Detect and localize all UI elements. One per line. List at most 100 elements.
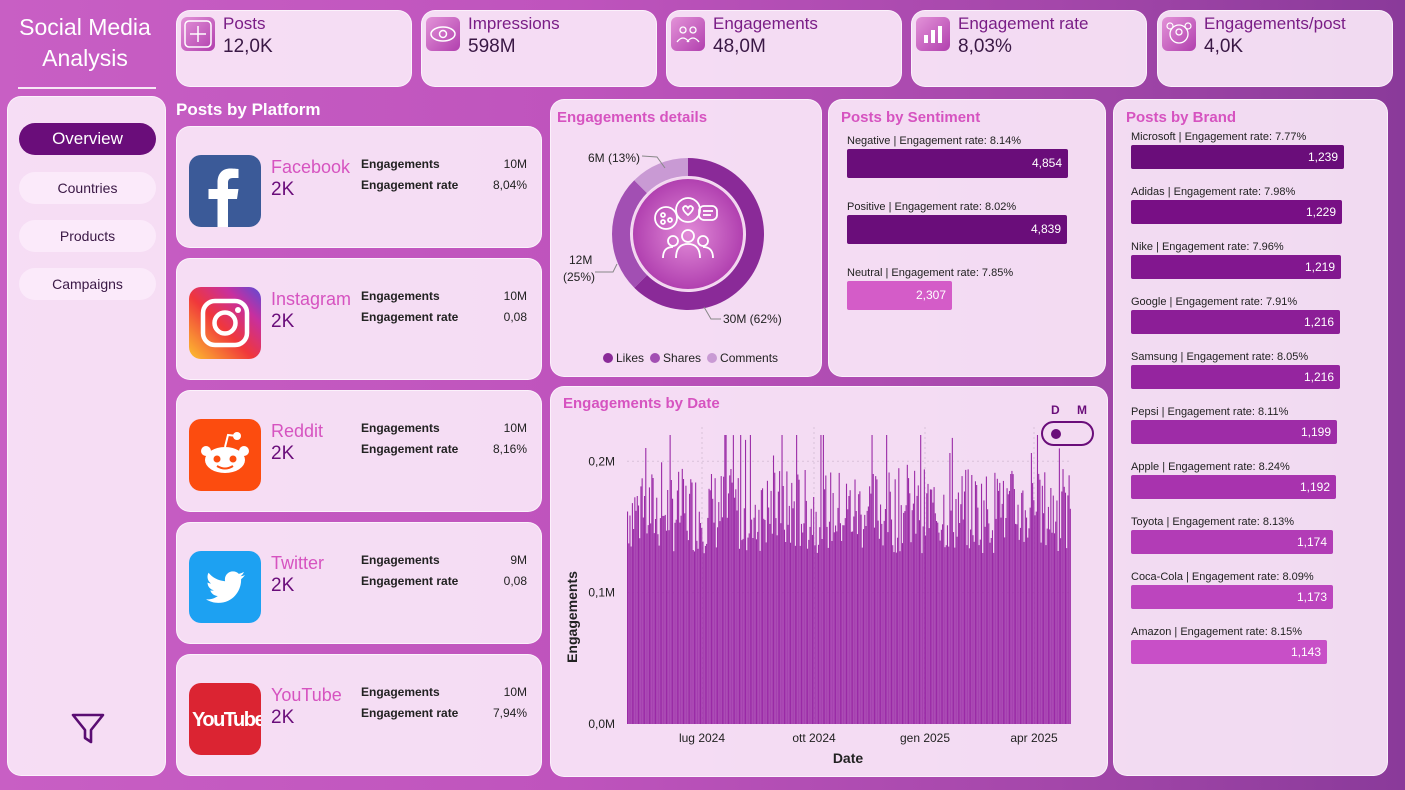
nav-products[interactable]: Products xyxy=(19,220,156,252)
date-bar[interactable] xyxy=(988,523,990,724)
date-bar[interactable] xyxy=(764,520,766,724)
date-bar[interactable] xyxy=(648,487,650,724)
date-bar[interactable] xyxy=(999,482,1001,724)
date-bar[interactable] xyxy=(664,514,666,724)
date-bar[interactable] xyxy=(1018,539,1020,724)
date-bar[interactable] xyxy=(748,533,750,724)
date-bar[interactable] xyxy=(950,510,952,724)
nav-campaigns[interactable]: Campaigns xyxy=(19,268,156,300)
sentiment-bar[interactable]: 4,839 xyxy=(847,215,1067,244)
date-bar[interactable] xyxy=(1036,435,1039,724)
date-bar[interactable] xyxy=(629,515,631,725)
date-bar[interactable] xyxy=(835,525,837,725)
date-bar[interactable] xyxy=(1050,488,1052,724)
date-bar[interactable] xyxy=(911,510,913,724)
date-bar[interactable] xyxy=(1047,506,1049,724)
date-bar[interactable] xyxy=(985,476,987,725)
date-bar[interactable] xyxy=(780,523,782,724)
date-bar[interactable] xyxy=(881,523,883,724)
date-bar[interactable] xyxy=(1001,503,1003,724)
date-bar[interactable] xyxy=(918,520,921,724)
filter-icon[interactable] xyxy=(68,709,108,749)
date-bar[interactable] xyxy=(1063,486,1065,724)
date-bar[interactable] xyxy=(810,508,812,724)
date-bar[interactable] xyxy=(726,517,728,724)
date-bar[interactable] xyxy=(1062,469,1064,724)
date-bar[interactable] xyxy=(727,493,730,724)
date-bar[interactable] xyxy=(942,524,944,724)
date-bar[interactable] xyxy=(645,448,647,724)
date-bar[interactable] xyxy=(838,472,840,724)
date-bar[interactable] xyxy=(723,476,725,724)
date-bar[interactable] xyxy=(639,538,641,724)
date-bar[interactable] xyxy=(921,553,923,724)
date-bar[interactable] xyxy=(747,537,749,724)
date-bar[interactable] xyxy=(1043,513,1045,724)
date-bar[interactable] xyxy=(882,545,884,724)
date-bar[interactable] xyxy=(730,469,732,724)
brand-bar[interactable]: 1,216 xyxy=(1131,310,1340,334)
date-bar[interactable] xyxy=(693,551,695,724)
date-bar[interactable] xyxy=(786,471,788,724)
date-bar[interactable] xyxy=(839,523,841,724)
date-bar[interactable] xyxy=(650,523,652,724)
date-bar[interactable] xyxy=(905,505,907,724)
date-bar[interactable] xyxy=(777,491,779,724)
date-bar[interactable] xyxy=(884,509,886,724)
date-bar[interactable] xyxy=(729,475,731,724)
date-bar[interactable] xyxy=(805,500,807,724)
date-bar[interactable] xyxy=(970,529,972,725)
date-bar[interactable] xyxy=(1061,491,1063,725)
date-bar[interactable] xyxy=(813,497,815,724)
date-bar[interactable] xyxy=(929,489,931,724)
date-bar[interactable] xyxy=(914,470,916,724)
date-bar[interactable] xyxy=(968,548,970,724)
nav-countries[interactable]: Countries xyxy=(19,172,156,204)
date-bar[interactable] xyxy=(908,478,910,724)
date-bar[interactable] xyxy=(672,498,674,724)
date-bar[interactable] xyxy=(841,541,843,724)
date-bar[interactable] xyxy=(696,540,698,724)
date-bar[interactable] xyxy=(893,552,895,724)
date-bar[interactable] xyxy=(1033,500,1035,724)
date-bar[interactable] xyxy=(889,491,891,724)
date-bar[interactable] xyxy=(1029,507,1031,724)
date-bar[interactable] xyxy=(653,533,655,724)
date-bar[interactable] xyxy=(644,496,646,724)
date-bar[interactable] xyxy=(848,496,850,724)
date-bar[interactable] xyxy=(713,522,715,724)
date-bar[interactable] xyxy=(627,511,629,725)
date-bar[interactable] xyxy=(755,539,758,724)
date-bar[interactable] xyxy=(663,515,665,724)
date-bar[interactable] xyxy=(965,469,967,724)
date-bar[interactable] xyxy=(787,524,789,724)
brand-bar[interactable]: 1,143 xyxy=(1131,640,1327,664)
legend-likes[interactable]: Likes xyxy=(603,351,644,365)
date-bar[interactable] xyxy=(715,547,717,724)
date-bar[interactable] xyxy=(1046,528,1048,724)
date-bar[interactable] xyxy=(1060,538,1062,724)
date-bar[interactable] xyxy=(794,545,796,724)
date-bar[interactable] xyxy=(682,479,685,724)
brand-bar[interactable]: 1,229 xyxy=(1131,200,1342,224)
date-bar[interactable] xyxy=(946,525,949,724)
date-bar[interactable] xyxy=(1051,532,1053,724)
date-bar[interactable] xyxy=(717,527,719,724)
date-bar[interactable] xyxy=(686,530,688,724)
date-bar[interactable] xyxy=(1035,511,1037,724)
date-bar[interactable] xyxy=(751,519,753,724)
date-bar[interactable] xyxy=(656,497,658,724)
date-bar[interactable] xyxy=(1019,527,1021,724)
date-bar[interactable] xyxy=(972,535,974,724)
date-bar[interactable] xyxy=(633,529,635,724)
date-bar[interactable] xyxy=(687,540,689,724)
date-bar[interactable] xyxy=(698,511,700,724)
date-bar[interactable] xyxy=(796,435,798,724)
date-bar[interactable] xyxy=(961,476,963,724)
date-bar[interactable] xyxy=(731,482,733,724)
date-bar[interactable] xyxy=(642,517,644,725)
date-bar[interactable] xyxy=(630,546,632,725)
date-bar[interactable] xyxy=(760,490,762,724)
date-bar[interactable] xyxy=(783,529,786,724)
date-bar[interactable] xyxy=(685,485,687,724)
